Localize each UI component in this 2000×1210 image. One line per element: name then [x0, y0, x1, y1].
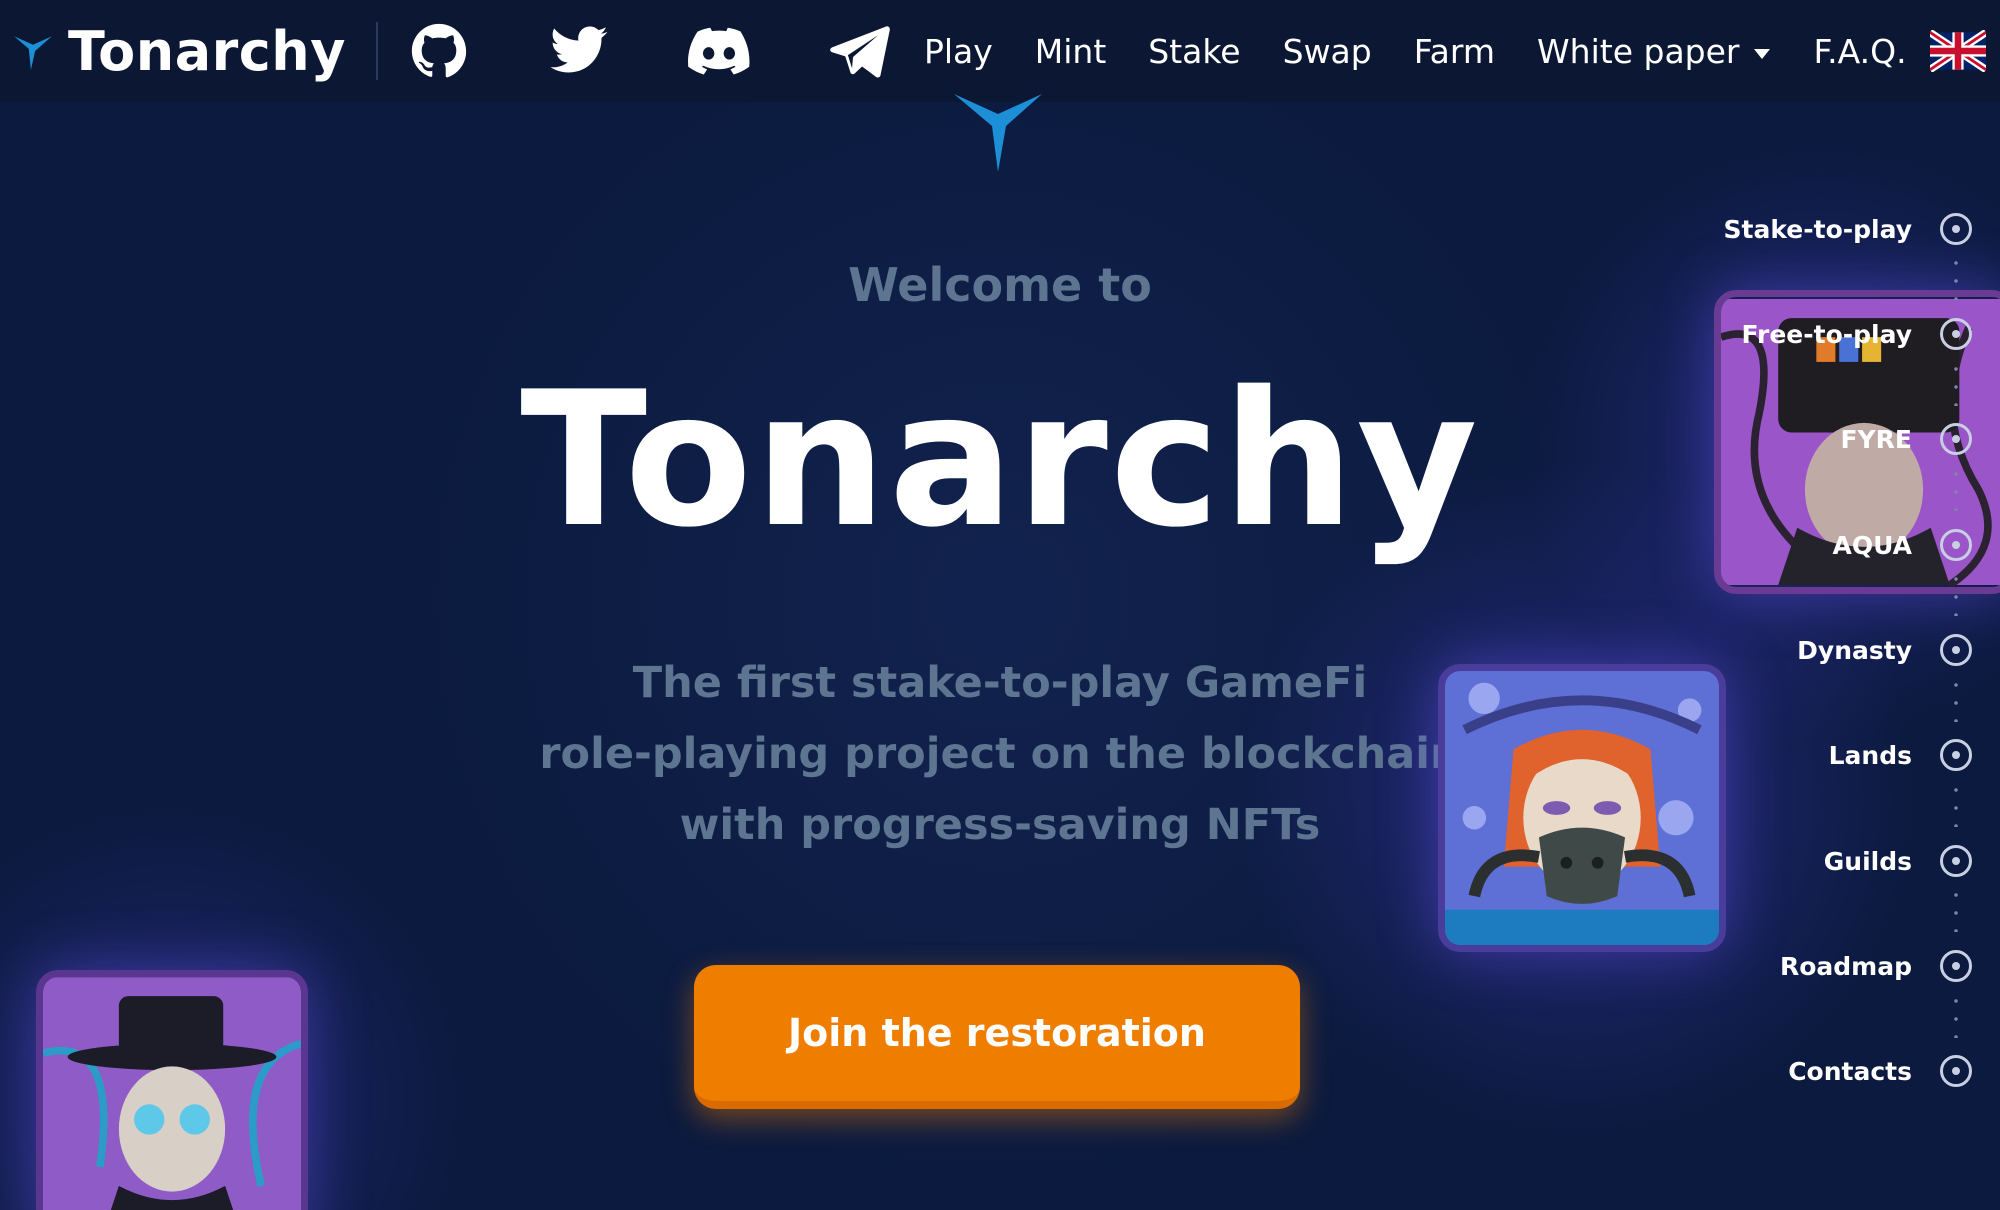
section-contacts[interactable]: Contacts: [1600, 1053, 2000, 1093]
section-fyre[interactable]: FYRE: [1600, 421, 2000, 461]
section-dot-icon: [1940, 634, 1972, 666]
section-aqua[interactable]: AQUA: [1600, 527, 2000, 567]
subtitle-line: The first stake-to-play GameFi: [632, 658, 1368, 708]
hero-bird-logo-icon: [954, 94, 1042, 172]
social-links: [408, 20, 890, 82]
nav-mint[interactable]: Mint: [1035, 32, 1107, 71]
hero-subtitle: The first stake-to-play GameFi role-play…: [500, 648, 1500, 861]
section-connector: [1954, 465, 1958, 511]
section-label: Dynasty: [1797, 636, 1912, 665]
subtitle-line: role-playing project on the blockchain: [539, 729, 1461, 779]
section-label: Free-to-play: [1741, 320, 1912, 349]
section-dot-icon: [1940, 529, 1972, 561]
nft-hat-character-image: [36, 970, 308, 1210]
section-dot-icon: [1940, 423, 1972, 455]
section-lands[interactable]: Lands: [1600, 737, 2000, 777]
section-label: Roadmap: [1779, 952, 1912, 981]
section-dynasty[interactable]: Dynasty: [1600, 632, 2000, 672]
section-dot-icon: [1940, 318, 1972, 350]
section-label: Stake-to-play: [1723, 215, 1912, 244]
telegram-icon[interactable]: [828, 20, 890, 82]
section-label: Contacts: [1788, 1057, 1912, 1086]
section-dot-icon: [1940, 950, 1972, 982]
section-connector: [1954, 254, 1958, 300]
brand-divider: [375, 22, 378, 80]
nav-stake[interactable]: Stake: [1148, 32, 1240, 71]
section-roadmap[interactable]: Roadmap: [1600, 948, 2000, 988]
section-free-to-play[interactable]: Free-to-play: [1600, 316, 2000, 356]
discord-icon[interactable]: [687, 20, 750, 82]
section-connector: [1954, 360, 1958, 406]
section-label: Guilds: [1823, 847, 1912, 876]
github-icon[interactable]: [408, 20, 470, 82]
section-connector: [1954, 992, 1958, 1038]
section-dot-icon: [1940, 739, 1972, 771]
section-connector: [1954, 570, 1958, 616]
twitter-icon[interactable]: [548, 20, 610, 82]
section-navigation: Stake-to-play Free-to-play FYRE AQUA Dyn…: [1600, 0, 2000, 1210]
brand-name: Tonarchy: [68, 19, 346, 83]
section-label: AQUA: [1832, 531, 1912, 560]
section-dot-icon: [1940, 1055, 1972, 1087]
section-connector: [1954, 676, 1958, 722]
section-label: Lands: [1828, 741, 1912, 770]
section-dot-icon: [1940, 845, 1972, 877]
tonarchy-bird-logo-icon: [14, 36, 52, 70]
join-restoration-button[interactable]: Join the restoration: [694, 965, 1300, 1109]
brand[interactable]: Tonarchy: [12, 0, 346, 102]
section-connector: [1954, 886, 1958, 932]
nav-farm[interactable]: Farm: [1414, 32, 1495, 71]
subtitle-line: with progress-saving NFTs: [679, 800, 1321, 850]
nav-play[interactable]: Play: [924, 32, 993, 71]
section-stake-to-play[interactable]: Stake-to-play: [1600, 211, 2000, 251]
section-connector: [1954, 781, 1958, 827]
section-guilds[interactable]: Guilds: [1600, 843, 2000, 883]
nav-swap[interactable]: Swap: [1283, 32, 1372, 71]
section-dot-icon: [1940, 213, 1972, 245]
section-label: FYRE: [1840, 425, 1912, 454]
